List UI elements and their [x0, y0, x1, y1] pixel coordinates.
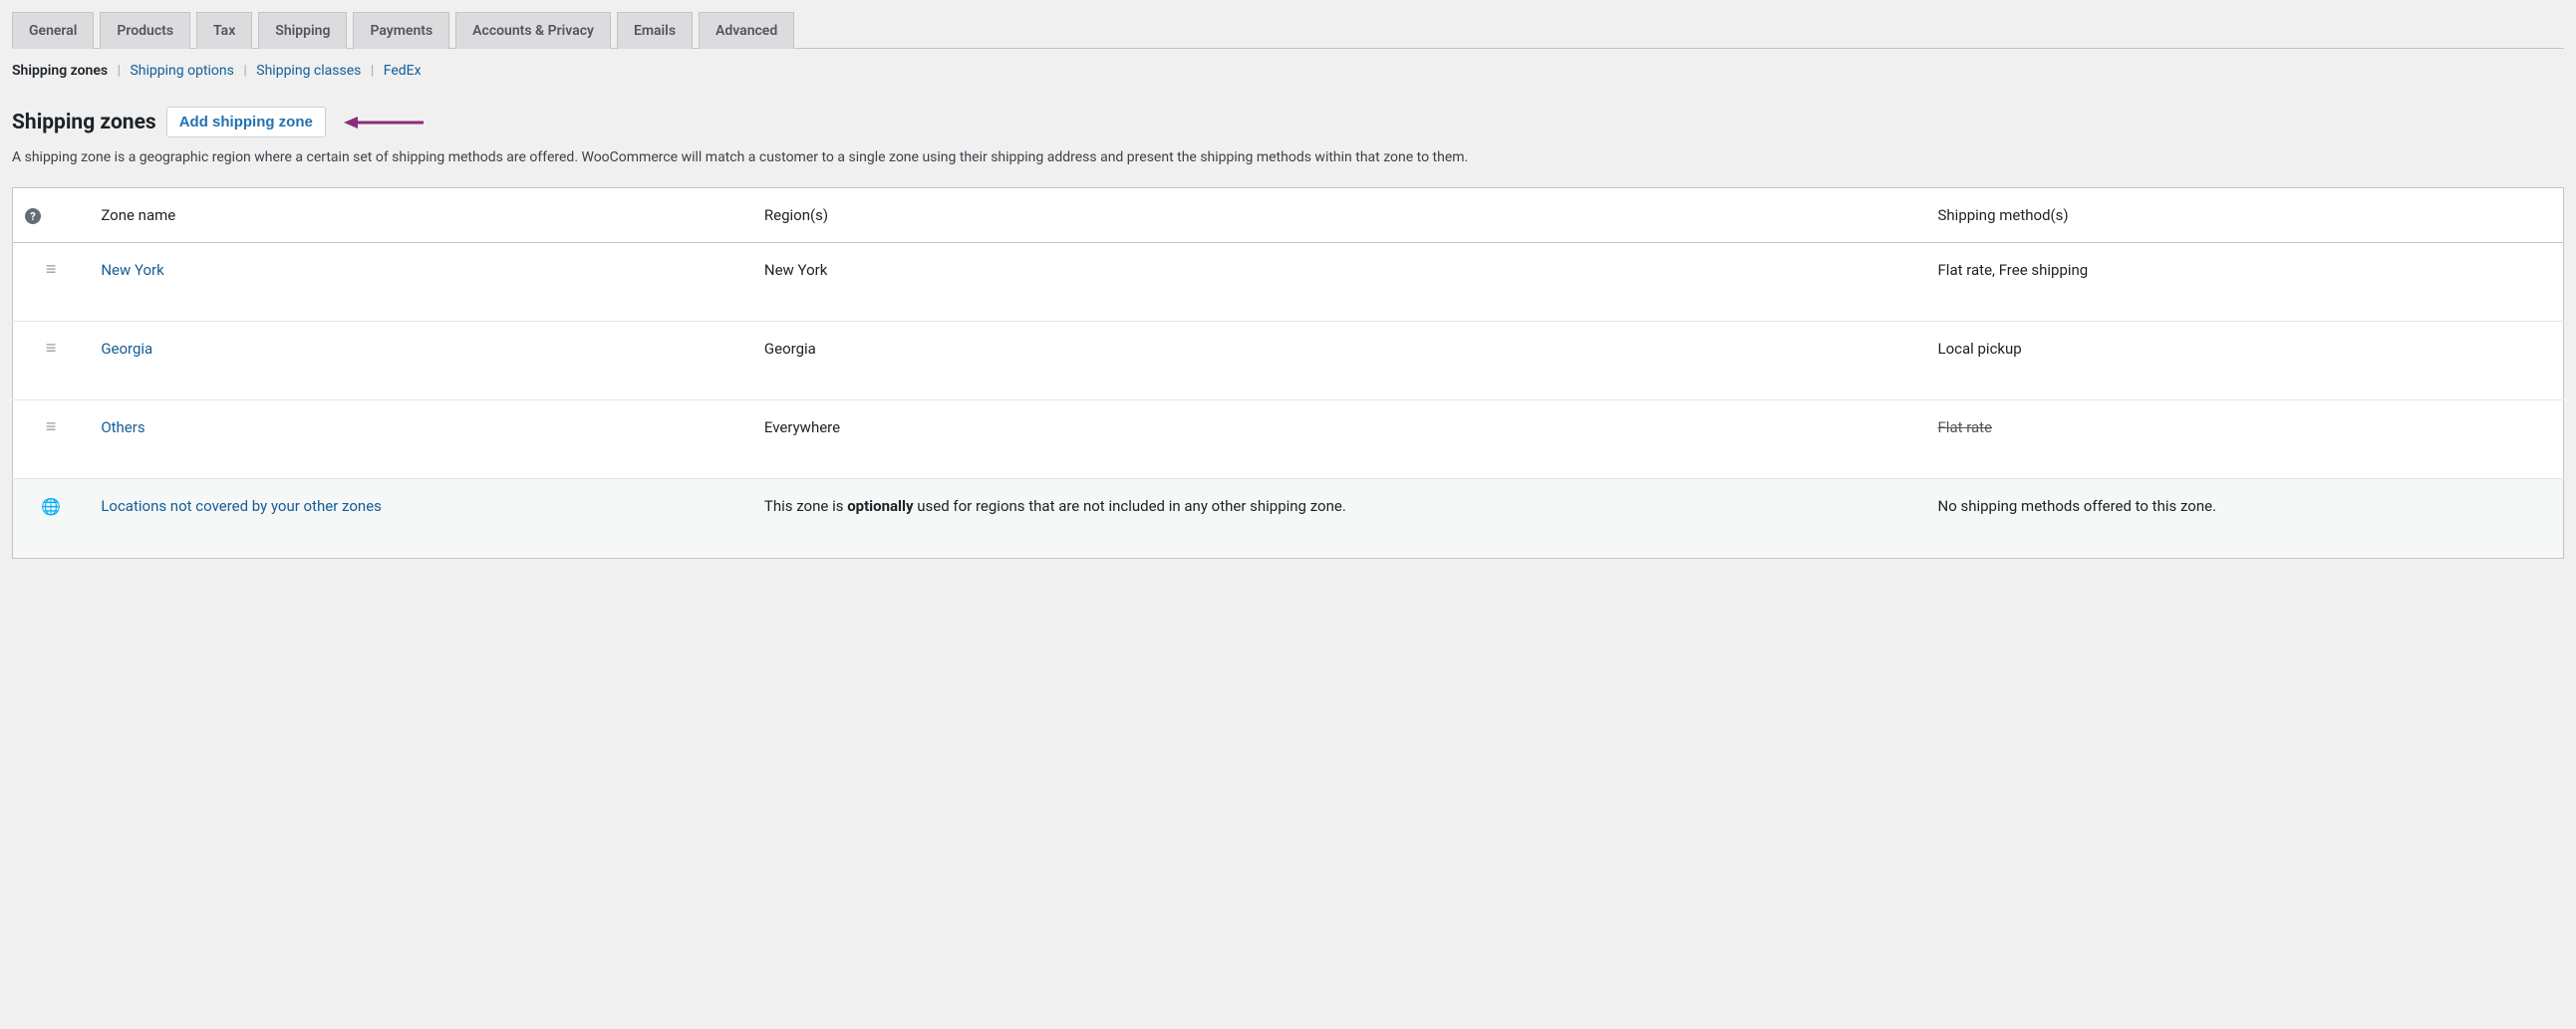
zone-region: This zone is optionally used for regions…	[752, 479, 1926, 559]
th-regions: Region(s)	[752, 187, 1926, 243]
zone-name-link[interactable]: Others	[101, 418, 144, 436]
subnav-classes[interactable]: Shipping classes	[256, 63, 361, 79]
zone-region: Everywhere	[752, 400, 1926, 479]
tab-advanced[interactable]: Advanced	[699, 12, 794, 49]
shipping-zones-table: ? Zone name Region(s) Shipping method(s)…	[12, 187, 2564, 560]
zone-name-link[interactable]: Georgia	[101, 340, 152, 358]
subnav-options[interactable]: Shipping options	[130, 63, 233, 79]
zone-methods: Local pickup	[1926, 322, 2564, 400]
zone-name-link[interactable]: Locations not covered by your other zone…	[101, 497, 382, 515]
drag-handle-icon[interactable]: ≡	[46, 418, 57, 436]
zone-methods: Flat rate	[1926, 400, 2564, 479]
zone-methods: Flat rate, Free shipping	[1926, 243, 2564, 322]
th-zone-name: Zone name	[89, 187, 752, 243]
settings-tabs: General Products Tax Shipping Payments A…	[12, 12, 2564, 49]
table-row: ≡ Georgia Georgia Local pickup	[13, 322, 2564, 400]
tab-general[interactable]: General	[12, 12, 94, 49]
subnav-zones[interactable]: Shipping zones	[12, 63, 108, 79]
shipping-subnav: Shipping zones | Shipping options | Ship…	[12, 63, 2564, 79]
tab-accounts[interactable]: Accounts & Privacy	[455, 12, 611, 49]
table-row: ≡ Others Everywhere Flat rate	[13, 400, 2564, 479]
tab-products[interactable]: Products	[100, 12, 190, 49]
page-description: A shipping zone is a geographic region w…	[12, 147, 2564, 169]
tab-tax[interactable]: Tax	[196, 12, 252, 49]
page-title: Shipping zones	[12, 111, 156, 134]
zone-region: New York	[752, 243, 1926, 322]
fallback-zone-row: 🌐 Locations not covered by your other zo…	[13, 479, 2564, 559]
table-row: ≡ New York New York Flat rate, Free ship…	[13, 243, 2564, 322]
drag-handle-icon[interactable]: ≡	[46, 340, 57, 358]
tab-shipping[interactable]: Shipping	[258, 12, 347, 49]
help-tip-icon[interactable]: ?	[25, 208, 41, 224]
zone-name-link[interactable]: New York	[101, 261, 163, 279]
drag-handle-icon[interactable]: ≡	[46, 261, 57, 279]
tab-emails[interactable]: Emails	[617, 12, 693, 49]
zone-region: Georgia	[752, 322, 1926, 400]
th-methods: Shipping method(s)	[1926, 187, 2564, 243]
subnav-fedex[interactable]: FedEx	[384, 63, 422, 79]
zone-methods: No shipping methods offered to this zone…	[1926, 479, 2564, 559]
annotation-arrow-icon	[344, 115, 424, 130]
globe-icon: 🌐	[41, 497, 61, 516]
add-shipping-zone-button[interactable]: Add shipping zone	[166, 107, 326, 137]
tab-payments[interactable]: Payments	[353, 12, 449, 49]
